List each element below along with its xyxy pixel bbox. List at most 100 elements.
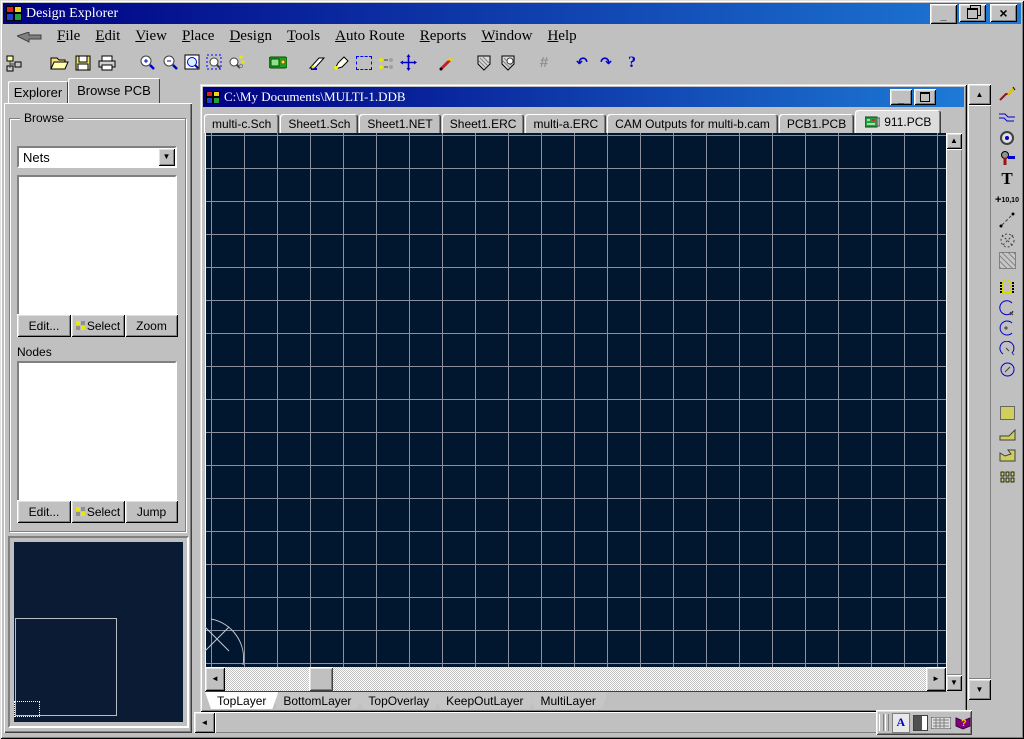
deselect-icon[interactable]	[376, 53, 396, 73]
doc-tab-pcb1-pcb[interactable]: PCB1.PCB	[779, 114, 854, 133]
arc-by-edge-icon[interactable]	[996, 298, 1018, 318]
arc-by-center-icon[interactable]	[996, 318, 1018, 338]
mdi-hscroll-thumb[interactable]	[215, 712, 967, 733]
nodes-listbox[interactable]	[17, 361, 177, 502]
layer-tab-topoverlay[interactable]: TopOverlay	[356, 692, 441, 709]
zoom-selection-icon[interactable]	[226, 53, 246, 73]
menu-edit[interactable]: Edit	[95, 28, 120, 45]
layer-tab-keepoutlayer[interactable]: KeepOutLayer	[434, 692, 535, 709]
interactive-routing-icon[interactable]	[996, 84, 1018, 104]
ime-fullwidth-button[interactable]	[913, 714, 928, 732]
doc-hscroll-thumb[interactable]	[309, 667, 333, 691]
tab-explorer[interactable]: Explorer	[8, 81, 68, 103]
ime-grip-handle[interactable]	[879, 714, 884, 731]
ime-grip-handle[interactable]	[885, 714, 890, 731]
combo-dropdown-button[interactable]: ▼	[158, 148, 175, 166]
layer-tab-bottomlayer[interactable]: BottomLayer	[271, 692, 363, 709]
layer-tab-toplayer[interactable]: TopLayer	[205, 692, 278, 709]
mdi-scroll-down-button[interactable]: ▼	[968, 679, 991, 700]
place-dimension-icon[interactable]	[996, 210, 1018, 230]
nets-zoom-button[interactable]: Zoom	[125, 314, 178, 337]
place-fill-icon[interactable]	[996, 403, 1018, 423]
place-coordinate-icon[interactable]: +10,10	[996, 190, 1018, 210]
app-titlebar[interactable]: Design Explorer _ ×	[3, 3, 1021, 24]
zoom-document-icon[interactable]	[182, 53, 202, 73]
move-object-icon[interactable]	[398, 53, 418, 73]
shield-paste-icon[interactable]	[474, 53, 494, 73]
design-manager-icon[interactable]	[5, 53, 25, 73]
doc-hscrollbar[interactable]: ◄ ►	[205, 667, 946, 691]
nodes-select-button[interactable]: Select	[71, 500, 125, 523]
mdi-hscrollbar[interactable]: ◄	[194, 712, 967, 733]
ime-toolbar[interactable]: A ?	[876, 710, 972, 735]
doc-tab-sheet1-sch[interactable]: Sheet1.Sch	[280, 114, 358, 133]
place-pad-icon[interactable]	[996, 128, 1018, 148]
mdi-vscrollbar[interactable]: ▲ ▼	[968, 84, 991, 700]
highlight-icon[interactable]	[331, 53, 351, 73]
split-plane-icon[interactable]	[996, 445, 1018, 465]
menu-place[interactable]: Place	[182, 28, 214, 45]
menu-view[interactable]: View	[135, 28, 167, 45]
doc-scroll-down-button[interactable]: ▼	[946, 675, 962, 691]
cutter-icon[interactable]	[308, 53, 328, 73]
doc-tab-multi-c-sch[interactable]: multi-c.Sch	[204, 114, 279, 133]
select-area-icon[interactable]	[354, 53, 374, 73]
doc-tab-911-pcb[interactable]: 911.PCB	[855, 110, 941, 133]
tab-browse-pcb[interactable]: Browse PCB	[68, 78, 160, 103]
doc-vscroll-thumb[interactable]	[946, 149, 962, 675]
mdi-scroll-left-button[interactable]: ◄	[194, 712, 215, 733]
full-circle-icon[interactable]	[996, 359, 1018, 379]
close-button[interactable]: ×	[990, 4, 1017, 22]
doc-tab-cam-outputs[interactable]: CAM Outputs for multi-b.cam	[607, 114, 778, 133]
doc-tab-multi-a-erc[interactable]: multi-a.ERC	[525, 114, 606, 133]
ime-keyboard-button[interactable]	[931, 714, 951, 732]
zoom-area-icon[interactable]	[204, 53, 224, 73]
paste-array-icon[interactable]	[996, 467, 1018, 487]
layer-tab-multilayer[interactable]: MultiLayer	[529, 692, 608, 709]
shield-query-icon[interactable]	[498, 53, 518, 73]
minimap-viewport-rect[interactable]	[14, 701, 40, 717]
ime-english-mode-button[interactable]: A	[892, 713, 909, 733]
menu-design[interactable]: Design	[229, 28, 272, 45]
polygon-plane-icon[interactable]	[996, 424, 1018, 444]
nets-edit-button[interactable]: Edit...	[17, 314, 71, 337]
nodes-edit-button[interactable]: Edit...	[17, 500, 71, 523]
mdi-vscroll-thumb[interactable]	[968, 105, 991, 679]
place-origin-icon[interactable]	[996, 230, 1018, 250]
open-document-icon[interactable]	[49, 53, 69, 73]
nodes-jump-button[interactable]: Jump	[125, 500, 178, 523]
restore-button[interactable]	[959, 4, 986, 22]
arc-any-angle-icon[interactable]	[996, 339, 1018, 359]
menu-auto-route[interactable]: Auto Route	[335, 28, 405, 45]
doc-tab-sheet1-erc[interactable]: Sheet1.ERC	[442, 114, 525, 133]
doc-vscrollbar[interactable]: ▲ ▼	[946, 133, 962, 691]
browse-category-value[interactable]: Nets	[17, 146, 177, 168]
redo-icon[interactable]: ↷	[596, 53, 616, 73]
zoom-in-icon[interactable]	[137, 53, 157, 73]
place-string-icon[interactable]: T	[996, 169, 1018, 189]
minimap[interactable]	[14, 542, 183, 722]
place-via-icon[interactable]	[996, 148, 1018, 168]
place-track-icon[interactable]	[996, 106, 1018, 126]
menu-tools[interactable]: Tools	[287, 28, 320, 45]
pcb-canvas[interactable]	[205, 133, 946, 667]
nets-listbox[interactable]	[17, 175, 177, 316]
place-room-icon[interactable]	[996, 250, 1018, 270]
doc-scroll-left-button[interactable]: ◄	[205, 667, 225, 691]
help-icon[interactable]: ?	[622, 53, 642, 73]
minimize-button[interactable]: _	[930, 4, 957, 24]
doc-minimize-button[interactable]: _	[890, 89, 912, 105]
system-menu-arrow-icon[interactable]	[17, 32, 43, 44]
menu-reports[interactable]: Reports	[420, 28, 467, 45]
doc-restore-button[interactable]	[914, 89, 936, 105]
doc-scroll-up-button[interactable]: ▲	[946, 133, 962, 149]
doc-tab-sheet1-net[interactable]: Sheet1.NET	[359, 114, 440, 133]
zoom-out-icon[interactable]	[160, 53, 180, 73]
browse-category-combo[interactable]: Nets ▼	[17, 146, 177, 168]
save-icon[interactable]	[73, 53, 93, 73]
grid-icon[interactable]: #	[534, 53, 554, 73]
print-icon[interactable]	[97, 53, 117, 73]
menu-window[interactable]: Window	[481, 28, 532, 45]
document-titlebar[interactable]: C:\My Documents\MULTI-1.DDB _	[203, 87, 964, 107]
menu-help[interactable]: Help	[547, 28, 576, 45]
